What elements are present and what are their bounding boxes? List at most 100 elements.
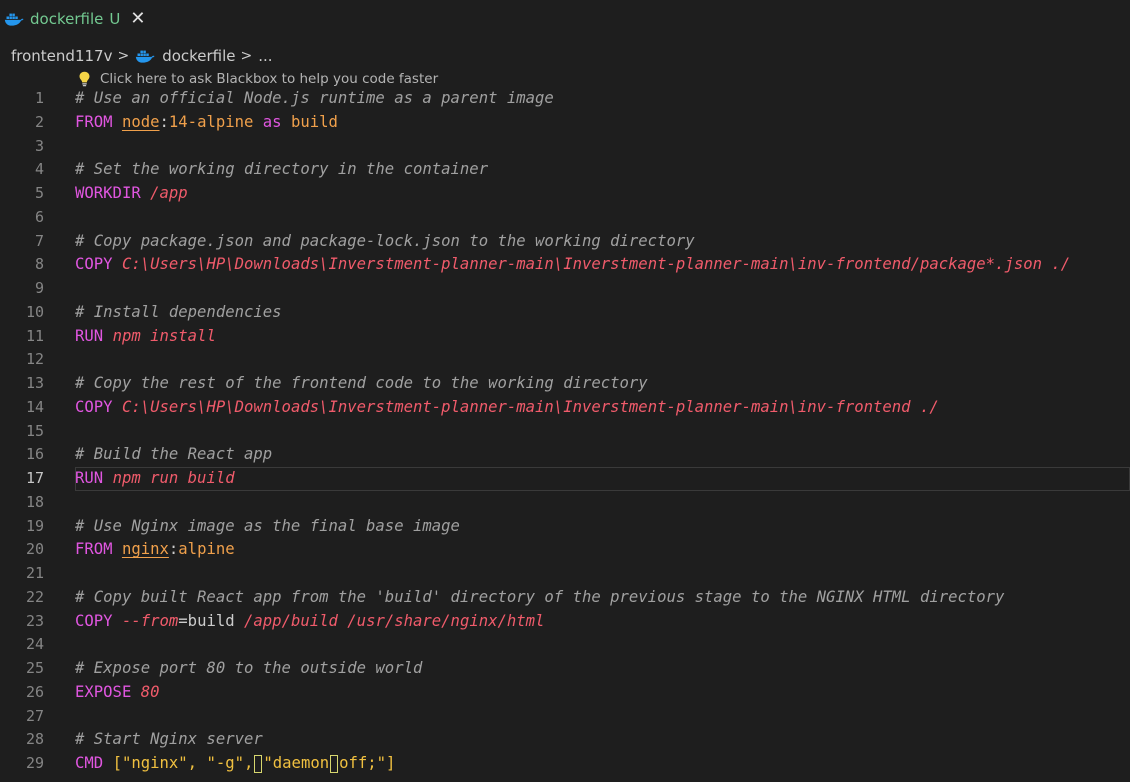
- tab-dockerfile[interactable]: dockerfile U ✕: [0, 0, 154, 38]
- line-content[interactable]: [75, 135, 1130, 159]
- code-line[interactable]: 27: [0, 705, 1130, 729]
- close-icon[interactable]: ✕: [130, 10, 145, 28]
- code-token: FROM: [75, 112, 122, 131]
- breadcrumb-file[interactable]: dockerfile: [162, 47, 235, 65]
- code-line[interactable]: 29 CMD ["nginx", "-g", "daemon off;"]: [0, 752, 1130, 776]
- line-content[interactable]: [75, 562, 1130, 586]
- code-line[interactable]: 16 # Build the React app: [0, 443, 1130, 467]
- line-number: 12: [25, 350, 44, 369]
- code-line[interactable]: 11 RUN npm install: [0, 325, 1130, 349]
- line-content[interactable]: RUN npm run build: [75, 467, 1130, 491]
- code-token: "daemon: [263, 754, 330, 772]
- breadcrumb-folder[interactable]: frontend117v: [11, 47, 112, 65]
- code-token: FROM: [75, 540, 122, 559]
- code-line[interactable]: 19 # Use Nginx image as the final base im…: [0, 515, 1130, 539]
- code-line[interactable]: 15: [0, 420, 1130, 444]
- line-content[interactable]: [75, 348, 1130, 372]
- line-content[interactable]: # Set the working directory in the conta…: [75, 158, 1130, 182]
- line-number: 15: [25, 421, 44, 440]
- line-content[interactable]: [75, 633, 1130, 657]
- line-content[interactable]: [75, 420, 1130, 444]
- code-line[interactable]: 20 FROM nginx:alpine: [0, 538, 1130, 562]
- line-number: 27: [25, 706, 44, 725]
- code-line[interactable]: 24: [0, 633, 1130, 657]
- line-number: 2: [34, 112, 44, 131]
- code-token: /app: [150, 184, 188, 202]
- code-token: npm run build: [112, 469, 235, 487]
- line-content[interactable]: # Use Nginx image as the final base imag…: [75, 515, 1130, 539]
- code-token: npm install: [112, 326, 216, 345]
- code-line[interactable]: 10 # Install dependencies: [0, 301, 1130, 325]
- line-content[interactable]: # Use an official Node.js runtime as a p…: [75, 87, 1130, 111]
- code-token: # Set the working directory in the conta…: [75, 160, 489, 179]
- line-content[interactable]: # Install dependencies: [75, 301, 1130, 325]
- line-number: 14: [25, 397, 44, 416]
- line-content[interactable]: FROM nginx:alpine: [75, 538, 1130, 562]
- code-token: EXPOSE: [75, 682, 141, 701]
- code-token: :: [168, 540, 179, 559]
- code-token: # Start Nginx server: [75, 730, 263, 749]
- code-line[interactable]: 13 # Copy the rest of the frontend code t…: [0, 372, 1130, 396]
- code-token: COPY: [75, 255, 122, 274]
- line-content[interactable]: FROM node:14-alpine as build: [75, 111, 1130, 135]
- line-content[interactable]: # Copy the rest of the frontend code to …: [75, 372, 1130, 396]
- chevron-right-icon: >: [117, 48, 130, 64]
- line-content[interactable]: [75, 206, 1130, 230]
- code-token: alpine: [178, 540, 235, 559]
- code-line[interactable]: 8 COPY C:\Users\HP\Downloads\Inverstment-…: [0, 253, 1130, 277]
- code-line[interactable]: 18: [0, 491, 1130, 515]
- lightbulb-icon: [79, 71, 90, 87]
- line-content[interactable]: EXPOSE 80: [75, 681, 1130, 705]
- code-token: off;"]: [339, 754, 396, 772]
- line-content[interactable]: COPY C:\Users\HP\Downloads\Inverstment-p…: [75, 253, 1130, 277]
- blackbox-codelens[interactable]: Click here to ask Blackbox to help you c…: [78, 69, 438, 89]
- code-line[interactable]: 12: [0, 348, 1130, 372]
- line-content[interactable]: COPY C:\Users\HP\Downloads\Inverstment-p…: [75, 396, 1130, 420]
- line-content[interactable]: CMD ["nginx", "-g", "daemon off;"]: [75, 752, 1130, 776]
- code-line[interactable]: 1 # Use an official Node.js runtime as a …: [0, 87, 1130, 111]
- line-number: 6: [34, 207, 44, 226]
- line-number: 8: [34, 255, 44, 274]
- code-line[interactable]: 6: [0, 206, 1130, 230]
- line-number: 28: [25, 730, 44, 749]
- line-content[interactable]: WORKDIR /app: [75, 182, 1130, 206]
- line-content[interactable]: # Expose port 80 to the outside world: [75, 657, 1130, 681]
- line-number: 22: [25, 587, 44, 606]
- line-content[interactable]: # Copy package.json and package-lock.jso…: [75, 230, 1130, 254]
- code-line[interactable]: 2 FROM node:14-alpine as build: [0, 111, 1130, 135]
- breadcrumb-more[interactable]: ...: [258, 47, 272, 65]
- line-content[interactable]: # Copy built React app from the 'build' …: [75, 586, 1130, 610]
- code-line[interactable]: 21: [0, 562, 1130, 586]
- breadcrumb: frontend117v > dockerfile > ...: [11, 45, 273, 67]
- chevron-right-icon: >: [240, 48, 253, 64]
- codelens-text: Click here to ask Blackbox to help you c…: [100, 71, 439, 87]
- code-line[interactable]: 3: [0, 135, 1130, 159]
- code-token: # Expose port 80 to the outside world: [75, 659, 423, 677]
- line-content[interactable]: RUN npm install: [75, 325, 1130, 349]
- docker-icon: [136, 50, 155, 63]
- line-number: 25: [25, 659, 44, 677]
- code-line[interactable]: 26 EXPOSE 80: [0, 681, 1130, 705]
- code-line[interactable]: 9: [0, 277, 1130, 301]
- code-line[interactable]: 23 COPY --from=build /app/build /usr/shar…: [0, 610, 1130, 634]
- line-content[interactable]: # Build the React app: [75, 443, 1130, 467]
- line-content[interactable]: [75, 277, 1130, 301]
- line-number: 17: [25, 469, 44, 487]
- tab-filename: dockerfile: [30, 10, 104, 28]
- code-editor[interactable]: 1 # Use an official Node.js runtime as a …: [0, 87, 1130, 776]
- code-line[interactable]: 4 # Set the working directory in the cont…: [0, 158, 1130, 182]
- line-number: 9: [34, 279, 44, 297]
- code-line[interactable]: 14 COPY C:\Users\HP\Downloads\Inverstment…: [0, 396, 1130, 420]
- line-number: 26: [25, 682, 44, 701]
- code-line[interactable]: 5 WORKDIR /app: [0, 182, 1130, 206]
- code-line[interactable]: 25 # Expose port 80 to the outside world: [0, 657, 1130, 681]
- line-content[interactable]: [75, 705, 1130, 729]
- line-number: 19: [25, 516, 44, 535]
- line-content[interactable]: # Start Nginx server: [75, 728, 1130, 752]
- line-content[interactable]: COPY --from=build /app/build /usr/share/…: [75, 610, 1130, 634]
- code-line[interactable]: 17 RUN npm run build: [0, 467, 1130, 491]
- code-line[interactable]: 22 # Copy built React app from the 'build…: [0, 586, 1130, 610]
- line-content[interactable]: [75, 491, 1130, 515]
- code-line[interactable]: 7 # Copy package.json and package-lock.js…: [0, 230, 1130, 254]
- code-line[interactable]: 28 # Start Nginx server: [0, 728, 1130, 752]
